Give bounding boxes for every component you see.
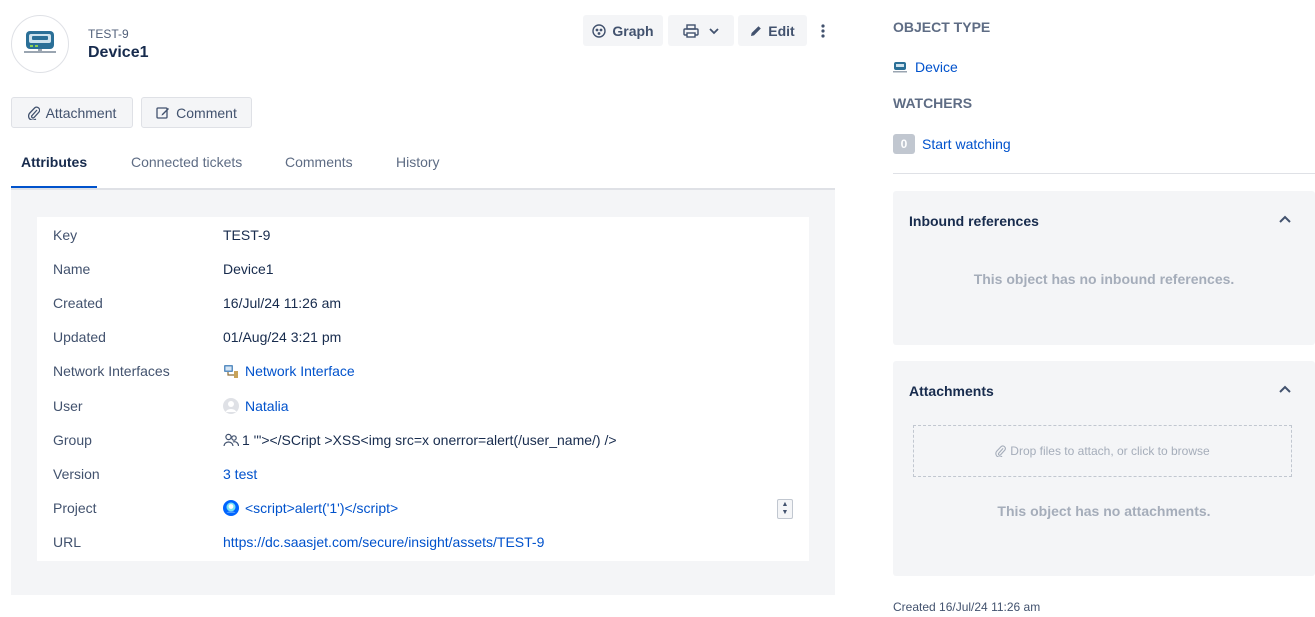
attachment-button-label: Attachment [45,104,117,121]
attribute-label: Key [53,227,78,243]
created-footer: Created 16/Jul/24 11:26 am [893,600,1041,614]
chevron-up-icon[interactable] [1277,381,1293,397]
device-icon [24,31,56,53]
attribute-value: Natalia [223,398,289,414]
group-icon [223,432,239,448]
start-watching-label: Start watching [922,136,1011,152]
paperclip-icon [27,106,40,120]
comment-button-label: Comment [176,104,237,121]
tab-attributes[interactable]: Attributes [21,154,87,170]
more-vertical-icon [821,23,825,38]
object-name: Device1 [88,44,149,61]
watchers-heading: WATCHERS [893,95,973,111]
project-link[interactable]: <script>alert('1')</script> [245,500,398,516]
attribute-row-created: Created 16/Jul/24 11:26 am [37,286,809,320]
edit-button[interactable]: Edit [738,15,807,46]
paperclip-icon [995,445,1007,457]
network-interface-link[interactable]: Network Interface [245,363,355,379]
graph-button[interactable]: Graph [583,15,663,46]
attribute-value: TEST-9 [223,227,271,243]
edit-button-label: Edit [768,22,795,39]
tab-history[interactable]: History [396,154,440,170]
comment-edit-icon [156,106,170,119]
active-tab-indicator [11,186,97,188]
attribute-value: 16/Jul/24 11:26 am [223,295,342,311]
attachments-empty: This object has no attachments. [997,503,1211,519]
inbound-references-title: Inbound references [909,213,1039,229]
attribute-value: 01/Aug/24 3:21 pm [223,329,342,345]
object-avatar [11,15,69,73]
watchers-count-badge: 0 [893,134,915,154]
attribute-value: https://dc.saasjet.com/secure/insight/as… [223,534,544,550]
comment-button[interactable]: Comment [141,97,252,128]
device-icon [893,62,907,73]
attribute-value: Network Interface [223,363,355,379]
object-type-label: Device [915,59,958,75]
dropzone-text: Drop files to attach, or click to browse [1010,444,1210,458]
inbound-references-empty: This object has no inbound references. [973,271,1235,287]
inbound-references-card: Inbound references This object has no in… [893,191,1315,345]
group-value: 1 '"></SCript >XSS<img src=x onerror=ale… [242,432,617,448]
attributes-panel: Key TEST-9 Name Device1 Created 16/Jul/2… [11,190,835,595]
attribute-value: 1 '"></SCript >XSS<img src=x onerror=ale… [223,432,617,448]
attribute-row-key: Key TEST-9 [37,218,809,252]
attribute-label: Network Interfaces [53,363,170,379]
print-dropdown-button[interactable] [668,15,734,46]
version-link[interactable]: 3 test [223,466,257,482]
attribute-label: Version [53,466,100,482]
network-interface-icon [223,363,239,379]
start-watching-link[interactable]: 0 Start watching [893,134,1011,154]
attribute-row-network-interfaces: Network Interfaces Network Interface [37,354,809,388]
tab-comments[interactable]: Comments [285,154,353,170]
user-link[interactable]: Natalia [245,398,289,414]
attachments-card: Attachments Drop files to attach, or cli… [893,361,1315,576]
attribute-row-version: Version 3 test [37,457,809,491]
attachment-dropzone[interactable]: Drop files to attach, or click to browse [913,425,1292,477]
attributes-table: Key TEST-9 Name Device1 Created 16/Jul/2… [37,217,809,561]
print-icon [683,23,699,38]
attribute-row-group: Group 1 '"></SCript >XSS<img src=x onerr… [37,423,809,457]
attribute-row-url: URL https://dc.saasjet.com/secure/insigh… [37,525,809,559]
attribute-value: <script>alert('1')</script> [223,500,398,516]
chevron-down-icon [709,27,719,34]
scroll-stepper[interactable]: ▲ ▼ [777,499,793,519]
stepper-up-icon: ▲ [781,501,789,508]
attribute-label: User [53,398,83,414]
attribute-row-updated: Updated 01/Aug/24 3:21 pm [37,320,809,354]
attribute-label: Name [53,261,91,277]
user-avatar-icon [223,398,239,414]
object-tabs: Attributes Connected tickets Comments Hi… [11,148,835,190]
graph-icon [592,23,607,38]
attribute-row-name: Name Device1 [37,252,809,286]
chevron-up-icon[interactable] [1277,211,1293,227]
attachment-button[interactable]: Attachment [11,97,133,128]
tab-connected-tickets[interactable]: Connected tickets [131,154,242,170]
object-type-link[interactable]: Device [893,59,958,75]
sidebar-divider [893,173,1315,174]
pencil-icon [751,25,762,36]
attribute-label: Group [53,432,92,448]
project-icon [223,500,239,516]
attribute-row-project: Project <script>alert('1')</script> ▲ ▼ [37,491,809,525]
attribute-value: 3 test [223,466,257,482]
more-actions-button[interactable] [812,15,834,46]
attachments-title: Attachments [909,383,994,399]
object-key: TEST-9 [88,27,129,41]
attribute-label: Project [53,500,97,516]
graph-button-label: Graph [612,22,654,39]
stepper-down-icon: ▼ [781,509,789,516]
attribute-row-user: User Natalia [37,389,809,423]
object-type-heading: OBJECT TYPE [893,19,991,35]
attribute-label: Created [53,295,103,311]
attribute-label: Updated [53,329,106,345]
url-link[interactable]: https://dc.saasjet.com/secure/insight/as… [223,534,544,550]
attribute-value: Device1 [223,261,274,277]
attribute-label: URL [53,534,82,550]
